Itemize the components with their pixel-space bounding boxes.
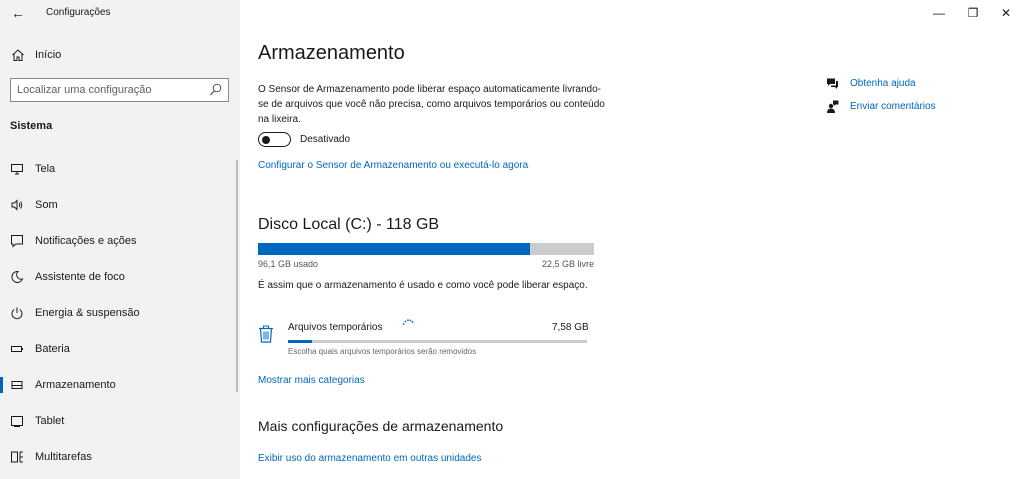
- chat-help-icon: [827, 78, 838, 89]
- sidebar-item-label: Assistente de foco: [35, 271, 125, 283]
- section-label: Sistema: [10, 120, 53, 132]
- title-bar: ← Configurações: [0, 0, 240, 26]
- sidebar-item-label: Tablet: [35, 415, 65, 427]
- sidebar-item-label: Energia & suspensão: [35, 307, 140, 319]
- power-icon: [11, 307, 23, 320]
- storage-sense-toggle[interactable]: [258, 132, 291, 147]
- disk-description: É assim que o armazenamento é usado e co…: [258, 280, 588, 291]
- sidebar-item-tela[interactable]: Tela: [0, 155, 236, 183]
- search-input[interactable]: [17, 82, 197, 98]
- sidebar-item-armazenamento[interactable]: Armazenamento: [0, 371, 236, 399]
- minimize-button[interactable]: —: [929, 4, 949, 22]
- category-name[interactable]: Arquivos temporários: [288, 322, 382, 333]
- search-box: [10, 78, 229, 102]
- search-icon[interactable]: [209, 83, 222, 97]
- show-more-categories-link[interactable]: Mostrar mais categorias: [258, 375, 365, 386]
- sidebar-item-tablet[interactable]: Tablet: [0, 407, 236, 435]
- more-settings-title: Mais configurações de armazenamento: [258, 418, 504, 434]
- sidebar-item-multitarefas[interactable]: Multitarefas: [0, 443, 236, 471]
- trash-icon[interactable]: [258, 325, 274, 343]
- loading-spinner-icon: [402, 319, 414, 325]
- disk-title: Disco Local (C:) - 118 GB: [258, 216, 440, 233]
- disk-usage-fill: [258, 243, 531, 255]
- other-drives-link[interactable]: Exibir uso do armazenamento em outras un…: [258, 453, 481, 464]
- sidebar-scrollbar[interactable]: [236, 160, 238, 392]
- get-help-label: Obtenha ajuda: [850, 78, 916, 89]
- tablet-icon: [11, 416, 23, 427]
- storage-icon: [11, 381, 23, 389]
- restore-button[interactable]: ❐: [963, 4, 983, 22]
- sidebar-item-label: Bateria: [35, 343, 70, 355]
- sidebar-item-label: Início: [35, 49, 62, 61]
- back-arrow-icon[interactable]: ←: [10, 5, 26, 21]
- toggle-state-label: Desativado: [300, 134, 351, 145]
- sidebar-item-assistente-de-foco[interactable]: Assistente de foco: [0, 263, 236, 291]
- active-indicator: [0, 377, 3, 393]
- category-size: 7,58 GB: [552, 322, 589, 333]
- home-icon: [12, 49, 24, 61]
- send-feedback-link[interactable]: Enviar comentários: [826, 99, 1006, 117]
- feedback-icon: [827, 100, 839, 113]
- notification-icon: [11, 235, 23, 248]
- moon-icon: [11, 270, 24, 283]
- category-subtitle: Escolha quais arquivos temporários serão…: [288, 347, 477, 356]
- page-title: Armazenamento: [258, 42, 405, 64]
- sidebar-item-label: Armazenamento: [35, 379, 116, 391]
- app-title: Configurações: [46, 7, 111, 18]
- sidebar-item-notificacoes[interactable]: Notificações e ações: [0, 227, 236, 255]
- sidebar-item-label: Notificações e ações: [35, 235, 137, 247]
- sidebar-item-home[interactable]: Início: [0, 44, 240, 66]
- get-help-link[interactable]: Obtenha ajuda: [826, 76, 1006, 94]
- sidebar-item-label: Tela: [35, 163, 56, 175]
- sidebar-item-label: Multitarefas: [35, 451, 92, 463]
- disk-used-label: 96,1 GB usado: [258, 259, 319, 269]
- sidebar-item-label: Som: [35, 199, 58, 211]
- category-usage-fill: [288, 340, 312, 343]
- close-button[interactable]: ✕: [996, 4, 1016, 22]
- sidebar-item-som[interactable]: Som: [0, 191, 236, 219]
- disk-free-label: 22,5 GB livre: [541, 259, 594, 269]
- configure-storage-sense-link[interactable]: Configurar o Sensor de Armazenamento ou …: [258, 160, 528, 171]
- storage-sense-description: O Sensor de Armazenamento pode liberar e…: [258, 84, 605, 125]
- toggle-knob: [262, 135, 270, 144]
- sidebar-item-bateria[interactable]: Bateria: [0, 335, 236, 363]
- send-feedback-label: Enviar comentários: [850, 101, 936, 112]
- battery-icon: [11, 346, 23, 352]
- speaker-icon: [11, 199, 23, 211]
- category-usage-bar: [288, 340, 587, 343]
- multitasking-icon: [11, 451, 23, 463]
- main-content: Armazenamento O Sensor de Armazenamento …: [258, 0, 818, 479]
- sidebar: ← Configurações Início Sistema Tela Som: [0, 0, 240, 479]
- disk-usage-bar: [258, 243, 594, 255]
- monitor-icon: [11, 164, 23, 175]
- sidebar-item-energia[interactable]: Energia & suspensão: [0, 299, 236, 327]
